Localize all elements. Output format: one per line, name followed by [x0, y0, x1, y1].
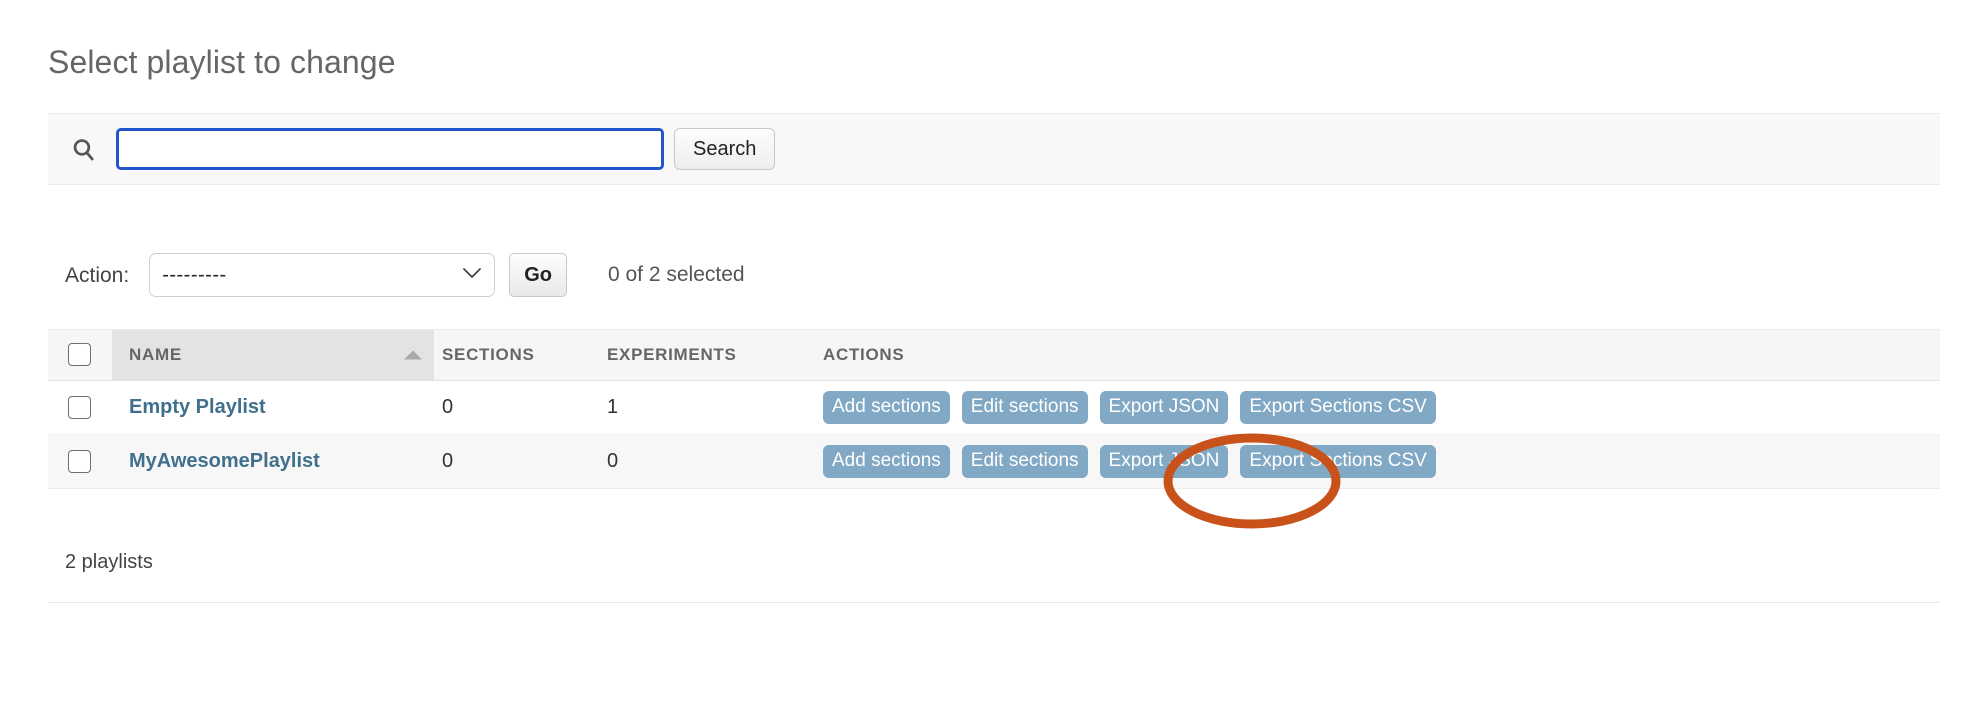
playlist-link[interactable]: Empty Playlist: [129, 396, 266, 418]
column-header-sections-label: SECTIONS: [442, 344, 535, 364]
row-actions-cell: Add sections Edit sections Export JSON E…: [814, 434, 1940, 489]
row-experiments-cell: 0: [599, 434, 814, 489]
column-header-sections[interactable]: SECTIONS: [434, 329, 599, 381]
page-title: Select playlist to change: [48, 44, 396, 81]
export-json-button[interactable]: Export JSON: [1099, 445, 1229, 478]
row-sections-cell: 0: [434, 434, 599, 489]
row-actions-cell: Add sections Edit sections Export JSON E…: [814, 380, 1940, 435]
sort-ascending-icon: [404, 350, 422, 360]
edit-sections-button[interactable]: Edit sections: [961, 391, 1088, 424]
table-header-row: NAME SECTIONS EXPERIMENTS ACTIONS: [48, 329, 1940, 381]
row-experiments-cell: 1: [599, 380, 814, 435]
action-select[interactable]: ---------: [149, 253, 496, 297]
bottom-divider: [48, 602, 1940, 603]
row-name-cell: MyAwesomePlaylist: [112, 434, 434, 489]
export-sections-csv-button[interactable]: Export Sections CSV: [1240, 445, 1436, 478]
table-body: Empty Playlist 0 1 Add sections Edit sec…: [48, 380, 1940, 489]
action-select-wrapper: ---------: [129, 253, 496, 297]
column-header-actions-label: ACTIONS: [823, 344, 905, 364]
search-input[interactable]: [116, 128, 664, 170]
row-action-links: Add sections Edit sections Export JSON E…: [823, 391, 1940, 424]
row-checkbox[interactable]: [68, 450, 91, 474]
row-sections-cell: 0: [434, 380, 599, 435]
column-header-experiments[interactable]: EXPERIMENTS: [599, 329, 814, 381]
column-header-name-label: NAME: [129, 344, 182, 364]
select-all-header: [48, 329, 112, 381]
column-header-experiments-label: EXPERIMENTS: [607, 344, 737, 364]
column-header-name[interactable]: NAME: [112, 329, 434, 381]
add-sections-button[interactable]: Add sections: [823, 391, 950, 424]
row-name-cell: Empty Playlist: [112, 380, 434, 435]
selection-status: 0 of 2 selected: [607, 263, 745, 286]
column-header-actions: ACTIONS: [814, 329, 1940, 381]
row-checkbox[interactable]: [68, 396, 91, 420]
table-row: MyAwesomePlaylist 0 0 Add sections Edit …: [48, 434, 1940, 489]
playlist-link[interactable]: MyAwesomePlaylist: [129, 450, 320, 472]
row-action-links: Add sections Edit sections Export JSON E…: [823, 445, 1940, 478]
search-toolbar: Search: [48, 113, 1940, 185]
table-row: Empty Playlist 0 1 Add sections Edit sec…: [48, 380, 1940, 435]
row-select-cell: [48, 434, 112, 489]
row-select-cell: [48, 380, 112, 435]
table-header: NAME SECTIONS EXPERIMENTS ACTIONS: [48, 329, 1940, 381]
action-bar: Action: --------- Go 0 of 2 selected: [48, 248, 1940, 302]
edit-sections-button[interactable]: Edit sections: [961, 445, 1088, 478]
results-list: NAME SECTIONS EXPERIMENTS ACTIONS Empty …: [48, 329, 1940, 489]
search-icon: [70, 136, 96, 162]
results-table: NAME SECTIONS EXPERIMENTS ACTIONS Empty …: [48, 329, 1940, 489]
export-sections-csv-button[interactable]: Export Sections CSV: [1240, 391, 1436, 424]
search-button[interactable]: Search: [674, 128, 776, 170]
action-label: Action:: [65, 263, 130, 287]
export-json-button[interactable]: Export JSON: [1099, 391, 1229, 424]
select-all-checkbox[interactable]: [68, 343, 91, 366]
go-button[interactable]: Go: [509, 253, 567, 297]
result-count: 2 playlists: [65, 551, 153, 573]
admin-changelist-page: Select playlist to change Search Action:…: [0, 0, 1982, 716]
add-sections-button[interactable]: Add sections: [823, 445, 950, 478]
